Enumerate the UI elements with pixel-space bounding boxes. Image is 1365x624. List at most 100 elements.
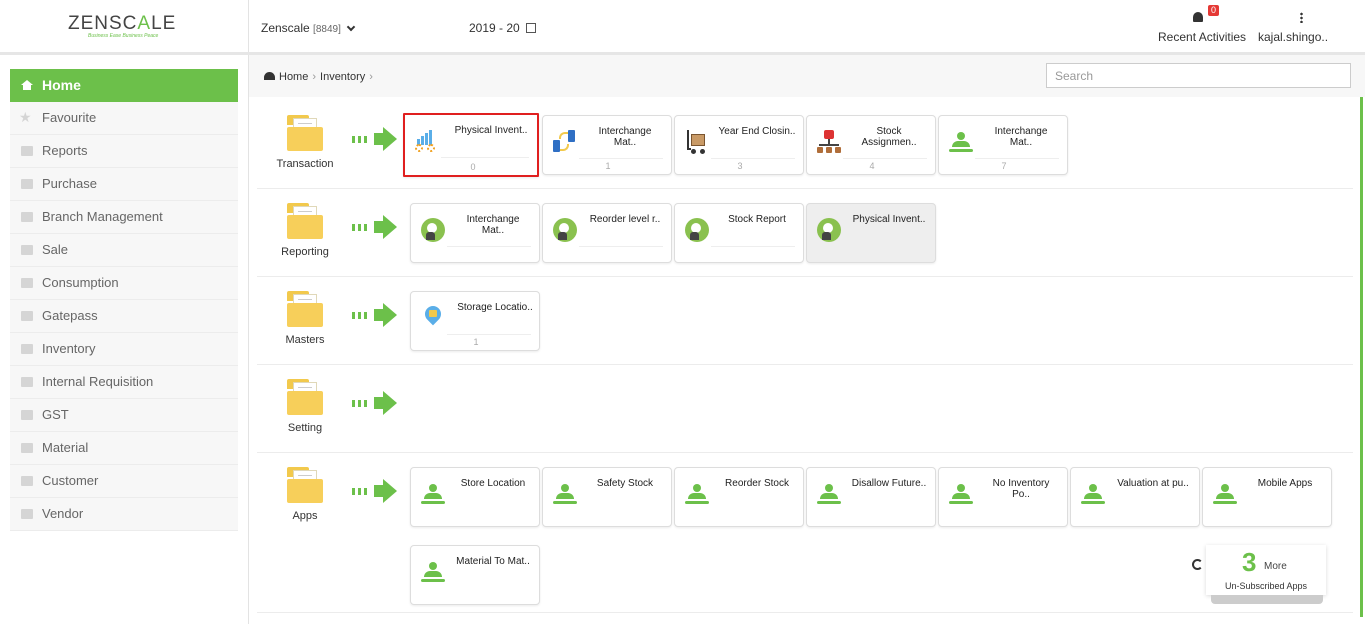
chart-gear-icon [415,129,439,153]
more-apps-widget[interactable]: 3 More Un-Subscribed Apps [1206,545,1326,595]
app-card-interchange-material-2[interactable]: Interchange Mat.. 7 [938,115,1068,175]
folder-icon [21,179,33,189]
breadcrumb-separator: › [312,71,317,83]
arrow-right-icon [352,215,398,239]
app-card-material-to-material[interactable]: Material To Mat.. [410,545,540,605]
company-name: Zenscale [261,21,310,35]
logo-tagline: Business Ease Business Peace [88,33,159,39]
breadcrumb: Home › Inventory › [264,71,377,83]
app-card-mobile-apps[interactable]: Mobile Apps [1202,467,1332,527]
folder-icon [21,476,33,486]
zenscale-logo[interactable]: ZENSCALE [68,13,176,35]
hand-truck-icon [685,130,709,154]
section-setting: Setting [257,365,1353,453]
sidebar-item-gatepass[interactable]: Gatepass [10,300,238,333]
sidebar-item-internal-requisition[interactable]: Internal Requisition [10,366,238,399]
sidebar-item-home[interactable]: Home [10,69,238,102]
folder-icon [21,212,33,222]
scrollbar[interactable] [1360,97,1363,617]
user-icon [949,130,973,154]
folder-icon [21,344,33,354]
report-card-stock-report[interactable]: Stock Report [674,203,804,263]
edit-icon[interactable] [526,23,537,33]
arrow-right-icon [352,127,398,151]
dashboard-icon [264,72,275,80]
user-icon [1213,482,1237,506]
more-apps-subtitle: Un-Subscribed Apps [1224,581,1308,591]
folder-icon [287,379,323,417]
report-card-interchange-material[interactable]: Interchange Mat.. [410,203,540,263]
sidebar-item-vendor[interactable]: Vendor [10,498,238,531]
folder-icon [21,245,33,255]
location-pin-icon [421,306,445,330]
fiscal-year-label: 2019 - 20 [469,21,520,35]
folder-icon [287,115,323,153]
section-label: Apps [292,510,318,522]
home-icon [21,80,33,90]
user-icon [685,482,709,506]
app-card-disallow-future[interactable]: Disallow Future.. [806,467,936,527]
sidebar-item-consumption[interactable]: Consumption [10,267,238,300]
breadcrumb-home[interactable]: Home [279,71,308,83]
chevron-down-icon [346,22,356,32]
arrow-right-icon [352,303,398,327]
arrow-right-icon [352,391,398,415]
more-apps-word: More [1264,561,1287,572]
folder-icon [287,203,323,241]
refresh-icon[interactable] [1192,559,1203,570]
report-card-reorder-level[interactable]: Reorder level r.. [542,203,672,263]
sidebar-item-sale[interactable]: Sale [10,234,238,267]
folder-icon [287,291,323,329]
master-card-storage-location[interactable]: Storage Locatio.. 1 [410,291,540,351]
sidebar-item-material[interactable]: Material [10,432,238,465]
folder-icon [21,410,33,420]
user-avatar-icon [817,218,841,242]
notification-badge: 0 [1208,5,1220,16]
more-vertical-icon[interactable] [1300,12,1303,23]
user-icon [553,482,577,506]
app-card-no-inventory-posting[interactable]: No Inventory Po.. [938,467,1068,527]
sidebar-item-inventory[interactable]: Inventory [10,333,238,366]
arrow-right-icon [352,479,398,503]
user-icon [421,482,445,506]
sidebar-item-purchase[interactable]: Purchase [10,168,238,201]
section-label: Masters [285,334,325,346]
app-card-year-end-closing[interactable]: Year End Closin.. 3 [674,115,804,175]
app-card-valuation[interactable]: Valuation at pu.. [1070,467,1200,527]
hierarchy-icon [817,130,841,154]
swap-icon [553,130,577,154]
user-menu[interactable]: kajal.shingo.. [1258,30,1328,44]
more-apps-shadow [1211,595,1323,604]
app-card-safety-stock[interactable]: Safety Stock [542,467,672,527]
sidebar-item-favourite[interactable]: ★ Favourite [10,102,238,135]
recent-activities-link[interactable]: Recent Activities [1158,30,1246,44]
user-icon [421,560,445,584]
folder-icon [21,443,33,453]
company-selector[interactable]: Zenscale [8849] [261,21,356,35]
report-card-physical-inventory[interactable]: Physical Invent.. [806,203,936,263]
sidebar-item-branch-management[interactable]: Branch Management [10,201,238,234]
folder-icon [21,278,33,288]
user-avatar-icon [553,218,577,242]
app-card-reorder-stock[interactable]: Reorder Stock [674,467,804,527]
folder-icon [21,311,33,321]
app-card-interchange-material[interactable]: Interchange Mat.. 1 [542,115,672,175]
top-header: ZENSCALE Business Ease Business Peace Ze… [0,0,1365,55]
user-avatar-icon [685,218,709,242]
folder-icon [287,467,323,505]
sidebar-item-gst[interactable]: GST [10,399,238,432]
folder-icon [21,377,33,387]
sidebar-item-reports[interactable]: Reports [10,135,238,168]
star-icon: ★ [19,109,32,125]
fiscal-year-selector[interactable]: 2019 - 20 [469,21,537,35]
app-card-stock-assignment[interactable]: Stock Assignmen.. 4 [806,115,936,175]
sidebar-item-customer[interactable]: Customer [10,465,238,498]
user-avatar-icon [421,218,445,242]
search-input[interactable] [1046,63,1351,88]
breadcrumb-current[interactable]: Inventory [320,71,365,83]
app-card-physical-inventory[interactable]: Physical Invent.. 0 [403,113,539,177]
app-card-store-location[interactable]: Store Location [410,467,540,527]
bell-icon[interactable] [1193,12,1203,22]
more-apps-count: 3 [1242,547,1257,577]
section-label: Reporting [281,246,329,258]
